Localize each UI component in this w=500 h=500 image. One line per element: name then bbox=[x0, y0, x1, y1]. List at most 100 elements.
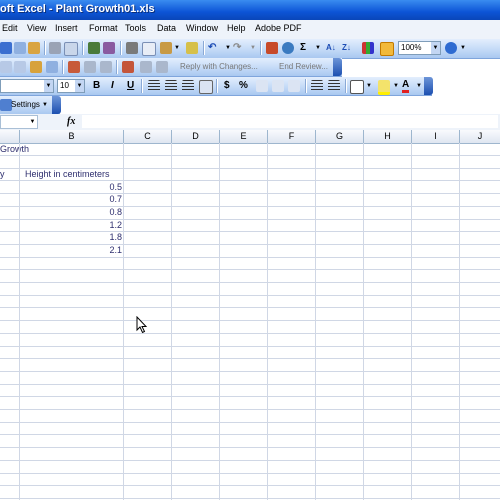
column-header-e[interactable]: E bbox=[220, 130, 268, 143]
print-icon[interactable] bbox=[49, 42, 61, 54]
cell-a3[interactable]: y bbox=[0, 168, 5, 180]
menu-window[interactable]: Window bbox=[186, 23, 218, 33]
review-icon-6[interactable] bbox=[84, 61, 96, 73]
email-icon[interactable] bbox=[28, 42, 40, 54]
cell-b6[interactable]: 0.8 bbox=[20, 206, 122, 218]
spelling-icon[interactable] bbox=[88, 42, 100, 54]
font-color-icon[interactable]: A bbox=[402, 80, 410, 93]
column-header-j[interactable]: J bbox=[460, 130, 500, 143]
column-header-h[interactable]: H bbox=[364, 130, 412, 143]
save-icon[interactable] bbox=[0, 42, 12, 54]
menu-data[interactable]: Data bbox=[157, 23, 176, 33]
toolbar-grip-3[interactable] bbox=[52, 96, 61, 114]
formula-input[interactable] bbox=[82, 115, 498, 128]
autosum-dropdown-icon[interactable]: ▼ bbox=[315, 42, 321, 54]
cell-b4[interactable]: 0.5 bbox=[20, 181, 122, 193]
undo-icon[interactable]: ↶ bbox=[208, 42, 216, 54]
menu-tools[interactable]: Tools bbox=[125, 23, 146, 33]
menu-adobe-pdf[interactable]: Adobe PDF bbox=[255, 23, 302, 33]
column-header-a[interactable] bbox=[0, 130, 20, 143]
review-icon-10[interactable] bbox=[156, 61, 168, 73]
align-center-icon[interactable] bbox=[165, 80, 177, 92]
font-name-dropdown-icon[interactable]: ▼ bbox=[44, 80, 53, 92]
row-gridline bbox=[0, 370, 500, 372]
merge-center-icon[interactable] bbox=[199, 80, 213, 94]
menu-edit[interactable]: Edit bbox=[2, 23, 18, 33]
zoom-select[interactable]: 100% ▼ bbox=[398, 41, 441, 55]
column-header-b[interactable]: B bbox=[20, 130, 124, 143]
drawing-icon[interactable] bbox=[380, 42, 394, 56]
review-icon-3[interactable] bbox=[30, 61, 42, 73]
fill-color-dropdown-icon[interactable]: ▼ bbox=[393, 80, 399, 92]
increase-decimal-icon[interactable] bbox=[272, 80, 284, 92]
cut-icon[interactable] bbox=[126, 42, 138, 54]
review-icon-1[interactable] bbox=[0, 61, 12, 73]
chart-wizard-globe-icon[interactable] bbox=[282, 42, 294, 54]
hyperlink-icon[interactable] bbox=[266, 42, 278, 54]
settings-button[interactable]: Settings bbox=[11, 100, 40, 109]
menu-view[interactable]: View bbox=[27, 23, 46, 33]
reply-with-changes-button[interactable]: Reply with Changes... bbox=[180, 62, 258, 71]
font-size-dropdown-icon[interactable]: ▼ bbox=[75, 80, 84, 92]
cell-a1[interactable]: Growth bbox=[0, 143, 29, 155]
font-name-select[interactable]: ▼ bbox=[0, 79, 54, 93]
percent-button[interactable]: % bbox=[239, 80, 248, 92]
column-header-d[interactable]: D bbox=[172, 130, 220, 143]
menu-help[interactable]: Help bbox=[227, 23, 246, 33]
cell-b9[interactable]: 2.1 bbox=[20, 244, 122, 256]
toolbar-options-icon[interactable]: ▼ bbox=[460, 42, 466, 54]
toolbar-grip[interactable] bbox=[333, 58, 342, 76]
format-painter-icon[interactable] bbox=[186, 42, 198, 54]
sort-descending-icon[interactable]: Z↓ bbox=[342, 42, 351, 54]
settings-dropdown-icon[interactable]: ▼ bbox=[42, 99, 48, 111]
borders-dropdown-icon[interactable]: ▼ bbox=[366, 80, 372, 92]
chart-icon[interactable] bbox=[362, 42, 374, 54]
font-size-select[interactable]: 10 ▼ bbox=[57, 79, 85, 93]
end-review-button[interactable]: End Review... bbox=[279, 62, 328, 71]
italic-button[interactable]: I bbox=[111, 80, 114, 92]
paste-dropdown-icon[interactable]: ▼ bbox=[174, 42, 180, 54]
review-icon-5[interactable] bbox=[68, 61, 80, 73]
fill-color-icon[interactable] bbox=[378, 80, 390, 95]
toolbar-grip-2[interactable] bbox=[424, 77, 433, 95]
decrease-indent-icon[interactable] bbox=[311, 80, 323, 92]
align-right-icon[interactable] bbox=[182, 80, 194, 92]
sort-ascending-icon[interactable]: A↓ bbox=[326, 42, 336, 54]
increase-indent-icon[interactable] bbox=[328, 80, 340, 92]
column-header-g[interactable]: G bbox=[316, 130, 364, 143]
bold-button[interactable]: B bbox=[93, 80, 100, 92]
cell-b3[interactable]: Height in centimeters bbox=[25, 168, 110, 180]
help-icon[interactable] bbox=[445, 42, 457, 54]
review-icon-9[interactable] bbox=[140, 61, 152, 73]
research-icon[interactable] bbox=[103, 42, 115, 54]
align-left-icon[interactable] bbox=[148, 80, 160, 92]
column-header-i[interactable]: I bbox=[412, 130, 460, 143]
menu-format[interactable]: Format bbox=[89, 23, 118, 33]
cell-b8[interactable]: 1.8 bbox=[20, 231, 122, 243]
column-header-c[interactable]: C bbox=[124, 130, 172, 143]
comma-style-icon[interactable] bbox=[256, 80, 268, 92]
autosum-icon[interactable]: Σ bbox=[300, 42, 306, 54]
function-icon[interactable]: fx bbox=[67, 116, 75, 127]
currency-button[interactable]: $ bbox=[224, 80, 230, 92]
column-header-f[interactable]: F bbox=[268, 130, 316, 143]
review-icon-7[interactable] bbox=[100, 61, 112, 73]
font-color-dropdown-icon[interactable]: ▼ bbox=[416, 80, 422, 92]
copy-icon[interactable] bbox=[142, 42, 156, 56]
review-icon-8[interactable] bbox=[122, 61, 134, 73]
zoom-dropdown-icon[interactable]: ▼ bbox=[431, 42, 440, 54]
review-icon-4[interactable] bbox=[46, 61, 58, 73]
name-box-dropdown-icon[interactable]: ▼ bbox=[28, 116, 37, 128]
cell-b7[interactable]: 1.2 bbox=[20, 219, 122, 231]
permission-icon[interactable] bbox=[14, 42, 26, 54]
review-icon-2[interactable] bbox=[14, 61, 26, 73]
print-preview-icon[interactable] bbox=[64, 42, 78, 56]
borders-icon[interactable] bbox=[350, 80, 364, 94]
menu-insert[interactable]: Insert bbox=[55, 23, 78, 33]
decrease-decimal-icon[interactable] bbox=[288, 80, 300, 92]
name-box[interactable]: ▼ bbox=[0, 115, 38, 129]
cell-b5[interactable]: 0.7 bbox=[20, 193, 122, 205]
underline-button[interactable]: U bbox=[127, 80, 134, 92]
paste-icon[interactable] bbox=[160, 42, 172, 54]
undo-dropdown-icon[interactable]: ▼ bbox=[225, 42, 231, 54]
